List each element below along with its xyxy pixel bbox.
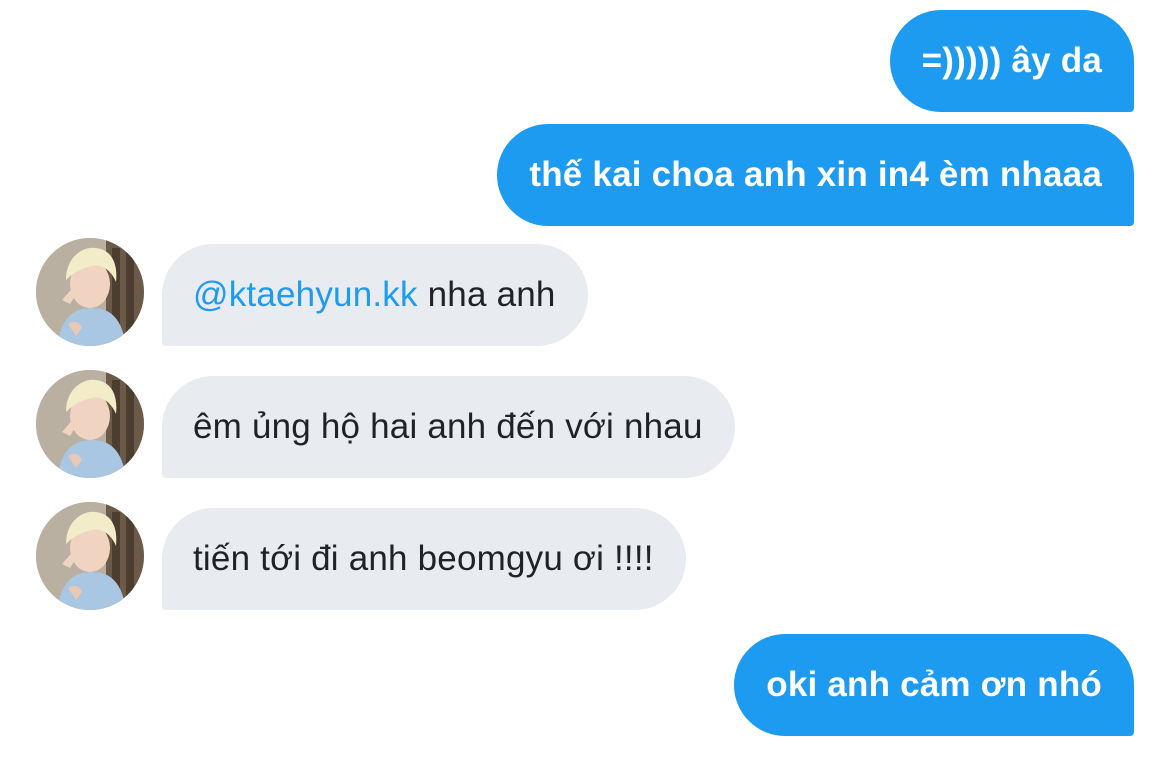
incoming-message[interactable]: tiến tới đi anh beomgyu ơi !!!! [162,508,686,610]
chat-thread: =))))) ây da thế kai choa anh xin in4 èm… [0,0,1170,757]
message-text: nha anh [417,275,556,314]
sender-avatar[interactable] [36,502,144,610]
message-text: thế kai choa anh xin in4 èm nhaaa [529,155,1102,194]
message-text: =))))) ây da [921,41,1102,80]
incoming-message[interactable]: @ktaehyun.kk nha anh [162,244,588,346]
sender-avatar[interactable] [36,370,144,478]
avatar-photo-icon [36,238,144,346]
message-text: tiến tới đi anh beomgyu ơi !!!! [193,539,654,578]
sender-avatar[interactable] [36,238,144,346]
avatar-photo-icon [36,502,144,610]
message-text: oki anh cảm ơn nhó [766,665,1102,704]
outgoing-message[interactable]: oki anh cảm ơn nhó [734,634,1134,736]
outgoing-message[interactable]: thế kai choa anh xin in4 èm nhaaa [497,124,1134,226]
outgoing-message[interactable]: =))))) ây da [889,10,1134,112]
mention-link[interactable]: @ktaehyun.kk [193,275,418,315]
message-text: êm ủng hộ hai anh đến với nhau [193,407,703,446]
avatar-photo-icon [36,370,144,478]
incoming-message[interactable]: êm ủng hộ hai anh đến với nhau [162,376,735,478]
